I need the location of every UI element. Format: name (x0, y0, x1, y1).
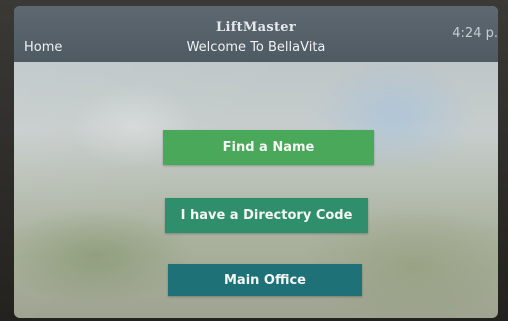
header-bar: LiftMaster Home Welcome To BellaVita 4:2… (14, 6, 498, 62)
welcome-title: Welcome To BellaVita (186, 40, 326, 55)
brand-logo: LiftMaster (216, 20, 296, 35)
directory-code-button[interactable]: I have a Directory Code (165, 198, 368, 233)
touch-screen: LiftMaster Home Welcome To BellaVita 4:2… (14, 6, 498, 318)
clock-time: 4:24 p. (452, 26, 498, 41)
find-a-name-button[interactable]: Find a Name (163, 130, 374, 165)
main-office-button[interactable]: Main Office (168, 264, 362, 296)
device-bezel: LiftMaster Home Welcome To BellaVita 4:2… (0, 0, 508, 321)
